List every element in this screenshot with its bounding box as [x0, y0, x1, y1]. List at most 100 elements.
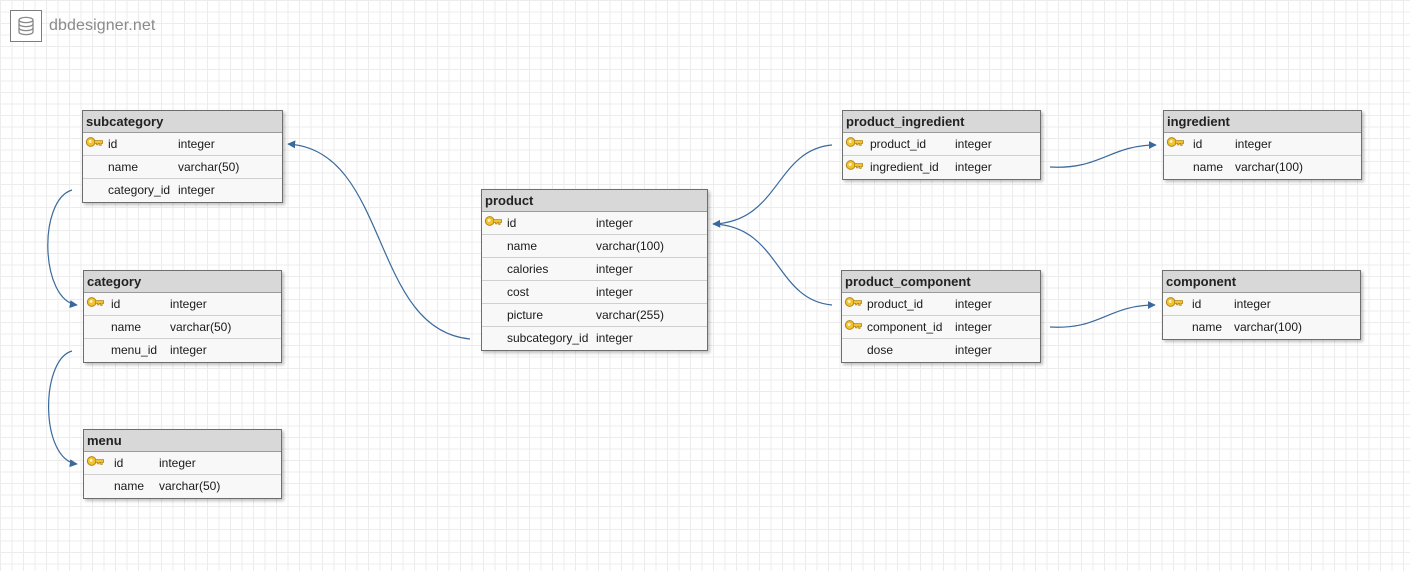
table-row[interactable]: dose integer	[842, 339, 1040, 362]
table-row[interactable]: menu_id integer	[84, 339, 281, 362]
column-name: product_id	[867, 297, 924, 311]
table-product[interactable]: product id integer name varchar(100) calories…	[481, 189, 708, 351]
table-row[interactable]: id integer	[83, 133, 282, 156]
column-type: integer	[596, 216, 633, 230]
table-row[interactable]: category_id integer	[83, 179, 282, 202]
table-row[interactable]: component_id integer	[842, 316, 1040, 339]
table-row[interactable]: name varchar(50)	[84, 316, 281, 339]
column-name: name	[108, 160, 139, 174]
relation-product-component-component[interactable]	[1049, 301, 1156, 328]
table-subcategory[interactable]: subcategory id integer name varchar(50) categ…	[82, 110, 283, 203]
table-component[interactable]: component id integer name varchar(100)	[1162, 270, 1361, 340]
column-name: picture	[507, 308, 544, 322]
table-row[interactable]: ingredient_id integer	[843, 156, 1040, 179]
column-name: name	[111, 320, 142, 334]
table-title[interactable]: product	[482, 190, 707, 212]
column-type: integer	[170, 297, 207, 311]
column-name: dose	[867, 343, 894, 357]
primary-key-icon	[1165, 293, 1184, 311]
primary-key-icon	[85, 133, 104, 151]
table-row[interactable]: name varchar(50)	[83, 156, 282, 179]
column-name: name	[507, 239, 538, 253]
column-type: varchar(100)	[1235, 160, 1304, 174]
table-row[interactable]: picture varchar(255)	[482, 304, 707, 327]
table-row[interactable]: id integer	[84, 452, 281, 475]
column-name: id	[1193, 137, 1203, 151]
column-type: integer	[955, 160, 992, 174]
column-name: name	[114, 479, 145, 493]
column-type: integer	[170, 343, 207, 357]
column-type: varchar(100)	[1234, 320, 1303, 334]
table-product-ingredient[interactable]: product_ingredient product_id integer ingre…	[842, 110, 1041, 180]
table-title[interactable]: product_ingredient	[843, 111, 1040, 133]
column-type: integer	[955, 137, 992, 151]
column-name: id	[111, 297, 121, 311]
table-menu[interactable]: menu id integer name varchar(50)	[83, 429, 282, 499]
primary-key-icon	[845, 133, 864, 151]
primary-key-icon	[845, 156, 864, 174]
table-title[interactable]: subcategory	[83, 111, 282, 133]
table-row[interactable]: subcategory_id integer	[482, 327, 707, 350]
primary-key-icon	[86, 293, 105, 311]
column-name: menu_id	[111, 343, 158, 357]
relation-category-menu[interactable]	[48, 350, 78, 468]
table-row[interactable]: id integer	[1163, 293, 1360, 316]
column-type: varchar(50)	[170, 320, 232, 334]
column-name: subcategory_id	[507, 331, 589, 345]
table-title[interactable]: component	[1163, 271, 1360, 293]
column-name: product_id	[870, 137, 927, 151]
table-row[interactable]: calories integer	[482, 258, 707, 281]
table-title[interactable]: menu	[84, 430, 281, 452]
column-type: integer	[1235, 137, 1272, 151]
column-type: integer	[178, 137, 215, 151]
column-name: cost	[507, 285, 530, 299]
table-row[interactable]: name varchar(100)	[482, 235, 707, 258]
table-row[interactable]: product_id integer	[843, 133, 1040, 156]
column-name: name	[1192, 320, 1223, 334]
column-type: varchar(100)	[596, 239, 665, 253]
relation-product-ingredient-product[interactable]	[712, 144, 833, 228]
column-type: integer	[955, 343, 992, 357]
column-name: ingredient_id	[870, 160, 939, 174]
table-row[interactable]: cost integer	[482, 281, 707, 304]
table-product-component[interactable]: product_component product_id integer compon…	[841, 270, 1041, 363]
table-row[interactable]: name varchar(100)	[1163, 316, 1360, 339]
column-type: integer	[596, 331, 633, 345]
primary-key-icon	[1166, 133, 1185, 151]
column-type: varchar(50)	[159, 479, 221, 493]
column-name: category_id	[108, 183, 171, 197]
primary-key-icon	[844, 316, 863, 334]
table-ingredient[interactable]: ingredient id integer name varchar(100)	[1163, 110, 1362, 180]
column-type: varchar(255)	[596, 308, 665, 322]
table-row[interactable]: id integer	[84, 293, 281, 316]
column-type: integer	[178, 183, 215, 197]
table-title[interactable]: product_component	[842, 271, 1040, 293]
primary-key-icon	[86, 452, 105, 470]
primary-key-icon	[484, 212, 503, 230]
table-category[interactable]: category id integer name varchar(50) menu_id i…	[83, 270, 282, 363]
column-type: integer	[955, 297, 992, 311]
column-type: integer	[159, 456, 196, 470]
column-name: calories	[507, 262, 549, 276]
column-name: id	[1192, 297, 1202, 311]
column-type: integer	[955, 320, 992, 334]
table-row[interactable]: name varchar(50)	[84, 475, 281, 498]
table-row[interactable]: product_id integer	[842, 293, 1040, 316]
table-title[interactable]: ingredient	[1164, 111, 1361, 133]
relation-product-subcategory[interactable]	[287, 140, 471, 340]
relation-product-ingredient-ingredient[interactable]	[1049, 141, 1157, 168]
primary-key-icon	[844, 293, 863, 311]
relation-product-component-product[interactable]	[712, 223, 833, 306]
relation-subcategory-category[interactable]	[47, 189, 78, 308]
table-row[interactable]: name varchar(100)	[1164, 156, 1361, 179]
column-name: component_id	[867, 320, 943, 334]
column-name: id	[507, 216, 517, 230]
column-type: varchar(50)	[178, 160, 240, 174]
column-type: integer	[1234, 297, 1271, 311]
column-type: integer	[596, 285, 633, 299]
table-row[interactable]: id integer	[1164, 133, 1361, 156]
column-type: integer	[596, 262, 633, 276]
table-row[interactable]: id integer	[482, 212, 707, 235]
table-title[interactable]: category	[84, 271, 281, 293]
column-name: name	[1193, 160, 1224, 174]
